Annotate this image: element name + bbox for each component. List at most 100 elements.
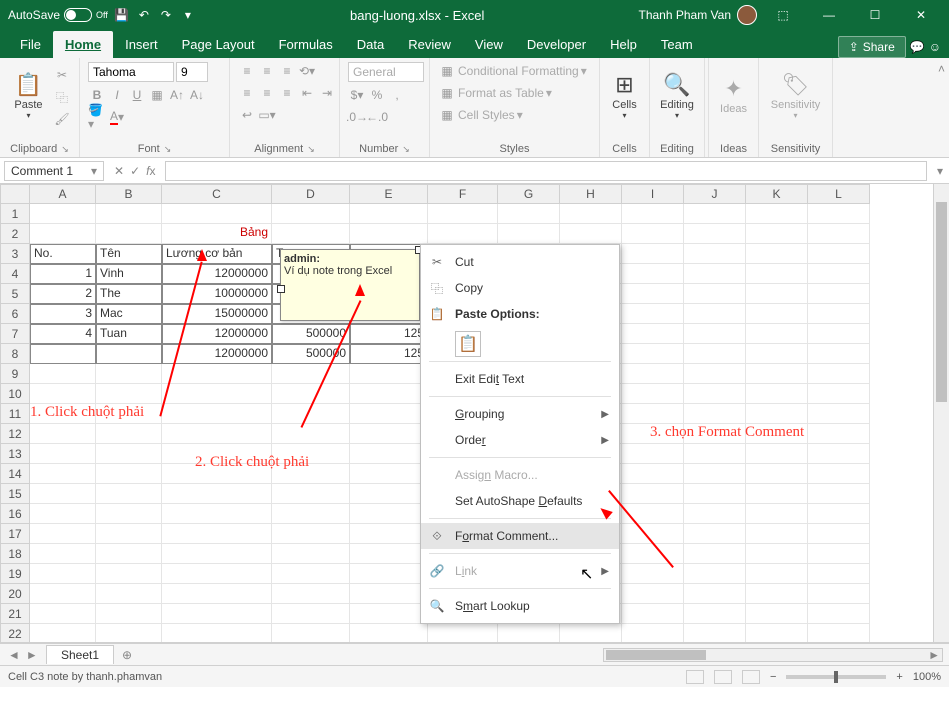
underline-icon[interactable]: U bbox=[128, 86, 146, 104]
tab-formulas[interactable]: Formulas bbox=[267, 31, 345, 58]
row-header-16[interactable]: 16 bbox=[0, 504, 30, 524]
cell[interactable] bbox=[272, 604, 350, 624]
cell[interactable] bbox=[498, 224, 560, 244]
cell[interactable] bbox=[684, 304, 746, 324]
cell[interactable] bbox=[30, 504, 96, 524]
cell[interactable] bbox=[808, 444, 870, 464]
border-icon[interactable]: ▦ bbox=[148, 86, 166, 104]
collapse-ribbon-icon[interactable]: ˄ bbox=[934, 58, 949, 157]
vscroll-thumb[interactable] bbox=[936, 202, 947, 402]
tab-review[interactable]: Review bbox=[396, 31, 463, 58]
cell[interactable] bbox=[498, 204, 560, 224]
ctx-cut[interactable]: ✂Cut bbox=[421, 249, 619, 275]
cell[interactable]: 500000 bbox=[272, 324, 350, 344]
cell[interactable] bbox=[808, 564, 870, 584]
col-header-L[interactable]: L bbox=[808, 184, 870, 204]
cell[interactable] bbox=[162, 624, 272, 643]
cell[interactable] bbox=[746, 484, 808, 504]
align-center-icon[interactable]: ≡ bbox=[258, 84, 276, 102]
cell[interactable] bbox=[622, 204, 684, 224]
percent-icon[interactable]: % bbox=[368, 86, 386, 104]
ctx-grouping[interactable]: Grouping▶ bbox=[421, 401, 619, 427]
cell[interactable] bbox=[808, 304, 870, 324]
decrease-font-icon[interactable]: A↓ bbox=[188, 86, 206, 104]
cell[interactable] bbox=[622, 444, 684, 464]
cell[interactable] bbox=[622, 504, 684, 524]
cell[interactable] bbox=[684, 344, 746, 364]
cell[interactable] bbox=[350, 464, 428, 484]
merge-icon[interactable]: ▭▾ bbox=[258, 106, 276, 124]
cell[interactable] bbox=[272, 564, 350, 584]
cell[interactable] bbox=[350, 484, 428, 504]
ctx-set-autoshape[interactable]: Set AutoShape Defaults bbox=[421, 488, 619, 514]
paste-button[interactable]: 📋 Paste ▾ bbox=[8, 62, 49, 128]
cell[interactable] bbox=[96, 364, 162, 384]
row-header-7[interactable]: 7 bbox=[0, 324, 30, 344]
font-name-input[interactable] bbox=[88, 62, 174, 82]
cell[interactable] bbox=[808, 204, 870, 224]
decrease-decimal-icon[interactable]: ←.0 bbox=[368, 108, 386, 126]
hscroll-thumb[interactable] bbox=[606, 650, 706, 660]
cell[interactable] bbox=[684, 464, 746, 484]
cell[interactable] bbox=[622, 564, 684, 584]
cell[interactable] bbox=[808, 404, 870, 424]
cell[interactable] bbox=[30, 424, 96, 444]
cell[interactable] bbox=[746, 444, 808, 464]
cell[interactable] bbox=[30, 444, 96, 464]
cell[interactable] bbox=[350, 504, 428, 524]
bold-icon[interactable]: B bbox=[88, 86, 106, 104]
cell[interactable] bbox=[96, 504, 162, 524]
cell[interactable] bbox=[622, 304, 684, 324]
cell[interactable] bbox=[684, 244, 746, 264]
cell[interactable] bbox=[162, 604, 272, 624]
cell[interactable] bbox=[30, 344, 96, 364]
col-header-J[interactable]: J bbox=[684, 184, 746, 204]
cell[interactable] bbox=[350, 204, 428, 224]
cell[interactable] bbox=[684, 564, 746, 584]
cell[interactable] bbox=[162, 424, 272, 444]
cell[interactable] bbox=[746, 284, 808, 304]
comments-icon[interactable]: 💬 bbox=[910, 40, 925, 54]
sheet-tab-sheet1[interactable]: Sheet1 bbox=[46, 645, 114, 664]
cell[interactable] bbox=[30, 604, 96, 624]
cell[interactable] bbox=[96, 224, 162, 244]
cell[interactable]: 3 bbox=[30, 304, 96, 324]
tab-team[interactable]: Team bbox=[649, 31, 705, 58]
cell[interactable] bbox=[684, 504, 746, 524]
cell[interactable] bbox=[162, 484, 272, 504]
ideas-button[interactable]: ✦Ideas bbox=[717, 62, 750, 128]
row-header-6[interactable]: 6 bbox=[0, 304, 30, 324]
add-sheet-icon[interactable]: ⊕ bbox=[122, 648, 132, 662]
cell[interactable] bbox=[272, 364, 350, 384]
cell[interactable] bbox=[622, 244, 684, 264]
cell[interactable] bbox=[96, 344, 162, 364]
cell[interactable] bbox=[272, 544, 350, 564]
increase-font-icon[interactable]: A↑ bbox=[168, 86, 186, 104]
normal-view-icon[interactable] bbox=[686, 670, 704, 684]
cell[interactable] bbox=[746, 304, 808, 324]
cell[interactable] bbox=[350, 444, 428, 464]
cell[interactable] bbox=[428, 624, 498, 643]
col-header-F[interactable]: F bbox=[428, 184, 498, 204]
cell[interactable] bbox=[808, 384, 870, 404]
row-header-5[interactable]: 5 bbox=[0, 284, 30, 304]
cell[interactable]: 2 bbox=[30, 284, 96, 304]
cell[interactable] bbox=[622, 324, 684, 344]
number-format-select[interactable] bbox=[348, 62, 424, 82]
cell[interactable] bbox=[684, 224, 746, 244]
cell[interactable] bbox=[808, 284, 870, 304]
tab-help[interactable]: Help bbox=[598, 31, 649, 58]
tab-view[interactable]: View bbox=[463, 31, 515, 58]
row-header-10[interactable]: 10 bbox=[0, 384, 30, 404]
cell[interactable]: Vinh bbox=[96, 264, 162, 284]
cell[interactable] bbox=[746, 224, 808, 244]
cell[interactable] bbox=[684, 264, 746, 284]
cell[interactable]: No. bbox=[30, 244, 96, 264]
cell[interactable] bbox=[162, 204, 272, 224]
cell[interactable]: The bbox=[96, 284, 162, 304]
cell[interactable] bbox=[162, 504, 272, 524]
ctx-exit-edit[interactable]: Exit Edit Text bbox=[421, 366, 619, 392]
cell[interactable] bbox=[808, 484, 870, 504]
cell[interactable] bbox=[30, 364, 96, 384]
cell[interactable]: Lương cơ bản bbox=[162, 244, 272, 264]
